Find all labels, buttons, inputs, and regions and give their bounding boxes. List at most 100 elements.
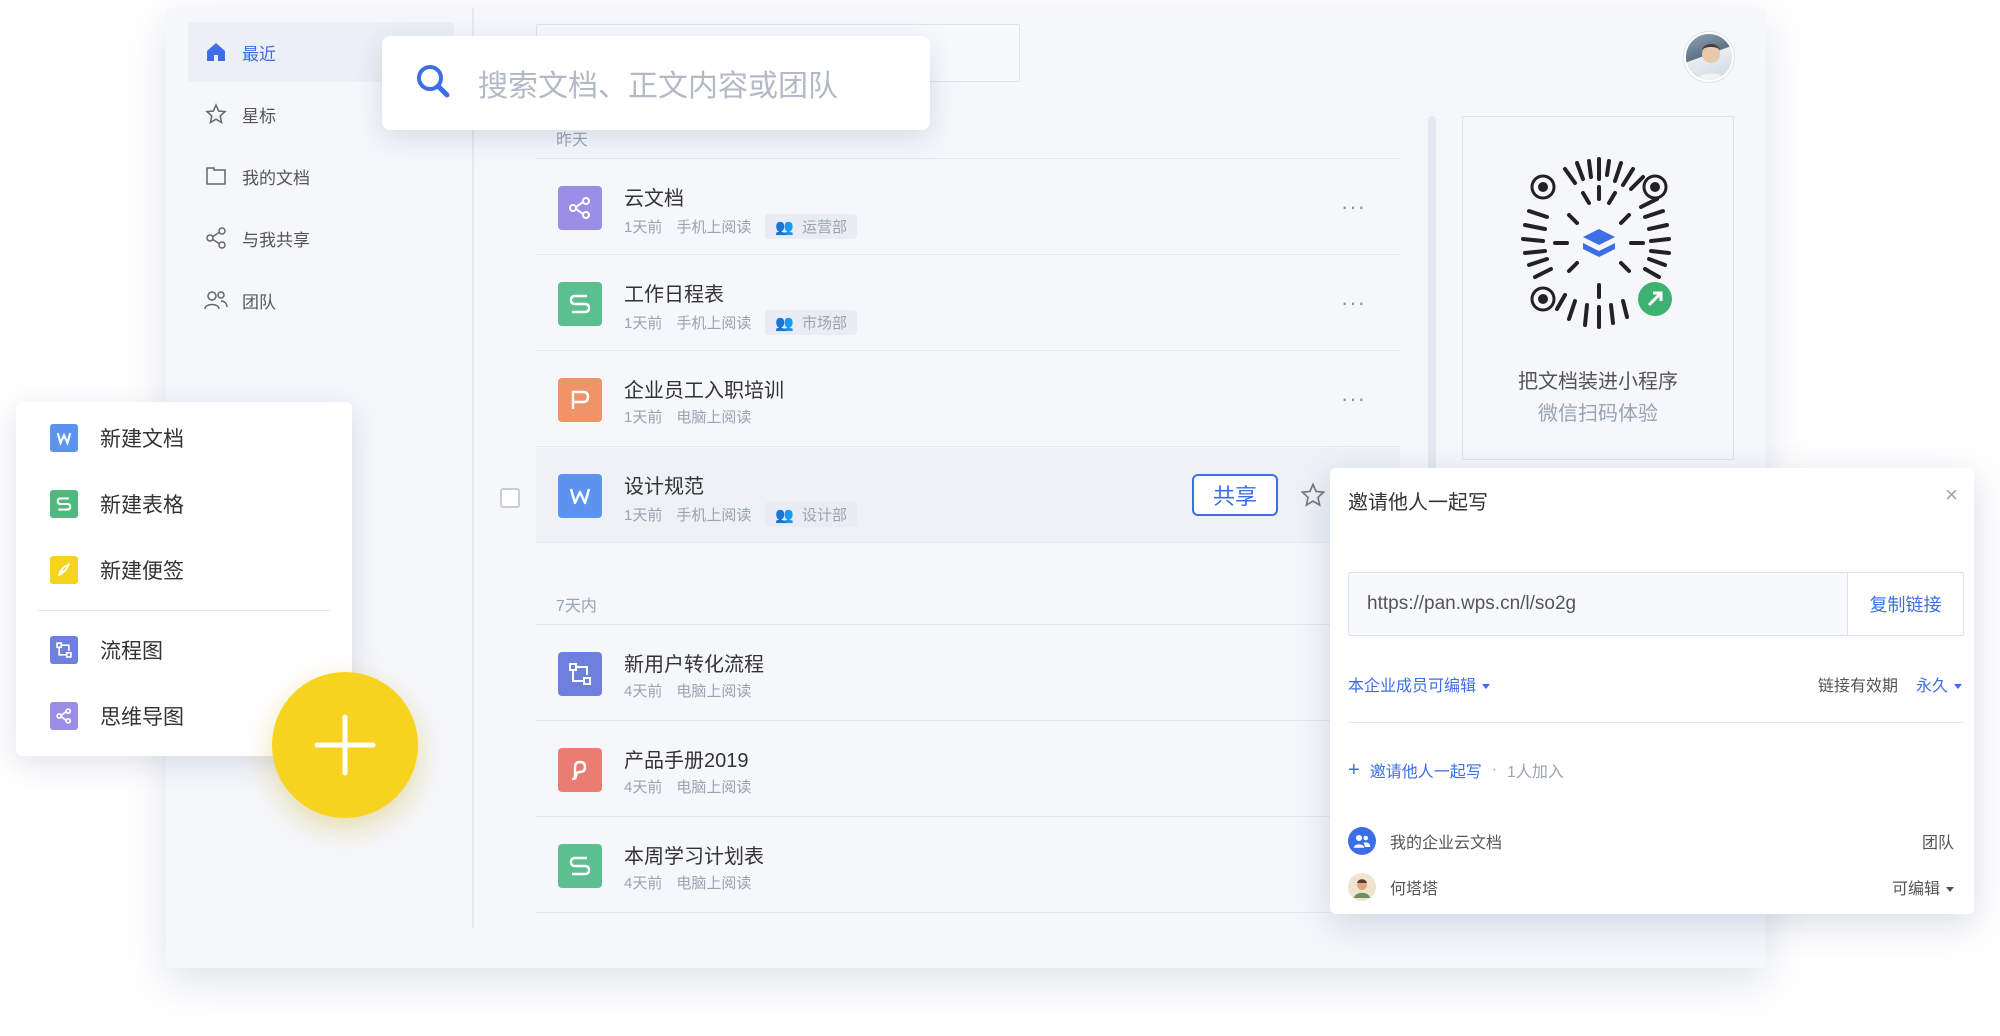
doc-row[interactable]: 新用户转化流程 4天前 电脑上阅读 xyxy=(536,626,1400,720)
menu-item-mindmap[interactable]: 思维导图 xyxy=(50,696,184,736)
sidebar-item-label: 我的文档 xyxy=(242,168,310,188)
divider xyxy=(536,542,1400,543)
doc-meta: 1天前 电脑上阅读 xyxy=(624,406,751,427)
sidebar-item-team[interactable]: 团队 xyxy=(188,270,454,330)
doc-meta: 1天前 手机上阅读 👥 设计部 xyxy=(624,502,858,527)
people-icon: 👥 xyxy=(775,314,795,332)
member-name: 何塔塔 xyxy=(1390,881,1439,898)
menu-item-label: 新建表格 xyxy=(100,494,184,517)
invite-add-label: 邀请他人一起写 xyxy=(1369,764,1482,781)
doc-title[interactable]: 产品手册2019 xyxy=(624,744,749,773)
member-role-dropdown[interactable]: 可编辑 xyxy=(1892,875,1954,899)
menu-item-label: 新建便签 xyxy=(100,560,184,583)
note-icon xyxy=(50,556,78,584)
doc-title[interactable]: 本周学习计划表 xyxy=(624,840,764,869)
share-button[interactable]: 共享 xyxy=(1192,474,1278,516)
people-icon: 👥 xyxy=(775,506,795,524)
doc-title[interactable]: 设计规范 xyxy=(624,470,704,499)
sidebar-item-label: 团队 xyxy=(242,292,276,312)
permission-dropdown[interactable]: 本企业成员可编辑 xyxy=(1348,672,1491,696)
plus-icon xyxy=(314,714,376,776)
menu-item-new-note[interactable]: 新建便签 xyxy=(50,550,184,590)
doc-row[interactable]: 本周学习计划表 4天前 电脑上阅读 xyxy=(536,818,1400,912)
doc-meta: 4天前 电脑上阅读 xyxy=(624,680,751,701)
sheet-icon xyxy=(50,490,78,518)
member-role: 可编辑 xyxy=(1891,881,1940,898)
doc-device: 电脑上阅读 xyxy=(676,683,752,700)
divider xyxy=(536,254,1400,255)
doc-row[interactable]: 企业员工入职培训 1天前 电脑上阅读 ··· xyxy=(536,352,1400,446)
flowchart-icon xyxy=(50,636,78,664)
row-checkbox[interactable] xyxy=(500,488,520,508)
doc-title[interactable]: 新用户转化流程 xyxy=(624,648,764,677)
doc-device: 电脑上阅读 xyxy=(676,875,752,892)
member-name: 我的企业云文档 xyxy=(1390,835,1503,852)
doc-meta: 1天前 手机上阅读 👥 市场部 xyxy=(624,310,858,335)
joined-count: 1人加入 xyxy=(1507,764,1564,781)
menu-item-flowchart[interactable]: 流程图 xyxy=(50,630,163,670)
team-tag: 👥 设计部 xyxy=(765,502,858,527)
word-icon xyxy=(50,424,78,452)
doc-time: 4天前 xyxy=(624,779,663,796)
menu-item-label: 思维导图 xyxy=(100,706,184,729)
folder-icon xyxy=(204,164,228,188)
doc-row[interactable]: 云文档 1天前 手机上阅读 👥 运营部 ··· xyxy=(536,160,1400,254)
doc-title[interactable]: 企业员工入职培训 xyxy=(624,374,784,403)
chevron-down-icon xyxy=(1954,684,1963,690)
star-icon[interactable] xyxy=(1300,482,1326,513)
copy-link-button[interactable]: 复制链接 xyxy=(1847,573,1963,635)
separator-dot: · xyxy=(1491,761,1498,778)
search-input[interactable]: 搜索文档、正文内容或团队 xyxy=(382,36,930,130)
share-url[interactable]: https://pan.wps.cn/l/so2g xyxy=(1367,593,1576,615)
close-icon[interactable]: × xyxy=(1945,484,1958,506)
team-avatar-icon xyxy=(1348,827,1376,855)
doc-row[interactable]: 产品手册2019 4天前 电脑上阅读 xyxy=(536,722,1400,816)
share-link-field[interactable]: https://pan.wps.cn/l/so2g 复制链接 xyxy=(1348,572,1964,636)
doc-time: 1天前 xyxy=(624,409,663,426)
menu-item-new-sheet[interactable]: 新建表格 xyxy=(50,484,184,524)
search-placeholder: 搜索文档、正文内容或团队 xyxy=(478,70,838,103)
doc-title[interactable]: 云文档 xyxy=(624,182,684,211)
more-options-button[interactable]: ··· xyxy=(1341,194,1366,220)
validity-value: 永久 xyxy=(1916,678,1949,695)
group-label-week: 7天内 xyxy=(556,598,597,615)
sidebar-item-label: 与我共享 xyxy=(242,230,310,250)
menu-item-new-doc[interactable]: 新建文档 xyxy=(50,418,184,458)
sidebar-item-label: 星标 xyxy=(242,106,276,126)
avatar[interactable] xyxy=(1684,32,1734,82)
add-button[interactable] xyxy=(272,672,418,818)
divider xyxy=(536,446,1400,447)
doc-row[interactable]: 工作日程表 1天前 手机上阅读 👥 市场部 ··· xyxy=(536,256,1400,350)
doc-device: 手机上阅读 xyxy=(676,507,752,524)
slides-icon xyxy=(558,378,602,422)
sidebar-item-my-docs[interactable]: 我的文档 xyxy=(188,146,454,206)
doc-meta: 1天前 手机上阅读 👥 运营部 xyxy=(624,214,858,239)
more-options-button[interactable]: ··· xyxy=(1341,290,1366,316)
validity-label: 链接有效期 xyxy=(1818,678,1899,695)
validity-dropdown[interactable]: 永久 xyxy=(1916,672,1963,696)
doc-time: 4天前 xyxy=(624,683,663,700)
member-row[interactable]: 我的企业云文档 团队 xyxy=(1348,826,1964,856)
home-icon xyxy=(204,40,228,64)
qr-panel: 把文档装进小程序 微信扫码体验 xyxy=(1462,116,1734,460)
divider xyxy=(536,816,1400,817)
pdf-icon xyxy=(558,748,602,792)
sidebar-item-shared[interactable]: 与我共享 xyxy=(188,208,454,268)
doc-title[interactable]: 工作日程表 xyxy=(624,278,724,307)
team-icon xyxy=(204,288,228,312)
divider xyxy=(536,350,1400,351)
invite-dialog: 邀请他人一起写 × https://pan.wps.cn/l/so2g 复制链接… xyxy=(1330,468,1974,914)
team-tag: 👥 市场部 xyxy=(765,310,858,335)
doc-time: 1天前 xyxy=(624,219,663,236)
team-name: 设计部 xyxy=(802,507,848,524)
member-row[interactable]: 何塔塔 可编辑 xyxy=(1348,872,1964,902)
chevron-down-icon xyxy=(1946,887,1954,893)
member-role: 团队 xyxy=(1921,835,1954,852)
team-name: 运营部 xyxy=(802,219,848,236)
star-icon xyxy=(204,102,228,126)
doc-device: 电脑上阅读 xyxy=(676,779,752,796)
search-icon xyxy=(414,62,452,105)
invite-add-button[interactable]: + 邀请他人一起写 · 1人加入 xyxy=(1348,758,1564,782)
menu-item-label: 流程图 xyxy=(100,640,163,663)
more-options-button[interactable]: ··· xyxy=(1341,386,1366,412)
